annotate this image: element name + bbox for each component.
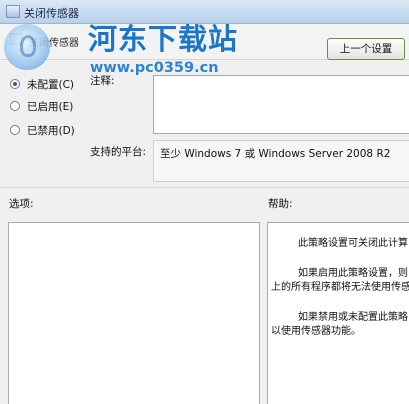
platform-label: 支持的平台: xyxy=(90,146,147,158)
radio-button-enabled[interactable] xyxy=(10,101,20,111)
platform-box: 至少 Windows 7 或 Windows Server 2008 R2 xyxy=(153,140,409,182)
platform-value: 至少 Windows 7 或 Windows Server 2008 R2 xyxy=(160,148,391,160)
previous-setting-button[interactable]: 上一个设置 xyxy=(327,38,405,60)
section-divider xyxy=(0,187,409,188)
window-title: 关闭传感器 xyxy=(24,7,79,20)
window-icon xyxy=(6,5,20,18)
options-label: 选项: xyxy=(9,198,34,210)
options-panel xyxy=(8,222,260,404)
help-paragraph-2-line-2: 上的所有程序都将无法使用传感 xyxy=(271,282,409,293)
setting-name: 关闭传感器 xyxy=(29,38,79,49)
help-panel: 此策略设置可关闭此计算 如果启用此策略设置，则 上的所有程序都将无法使用传感 如… xyxy=(267,222,409,404)
radio-label-not-configured: 未配置(C) xyxy=(27,79,75,91)
help-paragraph-3-line-2: 以使用传感器功能。 xyxy=(271,326,361,337)
radio-label-enabled: 已启用(E) xyxy=(27,101,74,113)
title-bar: 关闭传感器 xyxy=(0,0,409,24)
policy-setting-icon xyxy=(10,33,22,45)
comment-label: 注释: xyxy=(90,75,115,87)
radio-label-disabled: 已禁用(D) xyxy=(27,125,75,137)
radio-button-disabled[interactable] xyxy=(10,125,20,135)
help-paragraph-1: 此策略设置可关闭此计算 xyxy=(298,238,408,249)
help-paragraph-2-line-1: 如果启用此策略设置，则 xyxy=(298,268,408,279)
help-paragraph-3-line-1: 如果禁用或未配置此策略 xyxy=(298,312,408,323)
radio-button-not-configured[interactable] xyxy=(10,79,20,89)
comment-textarea[interactable] xyxy=(153,75,409,134)
help-label: 帮助: xyxy=(268,198,293,210)
